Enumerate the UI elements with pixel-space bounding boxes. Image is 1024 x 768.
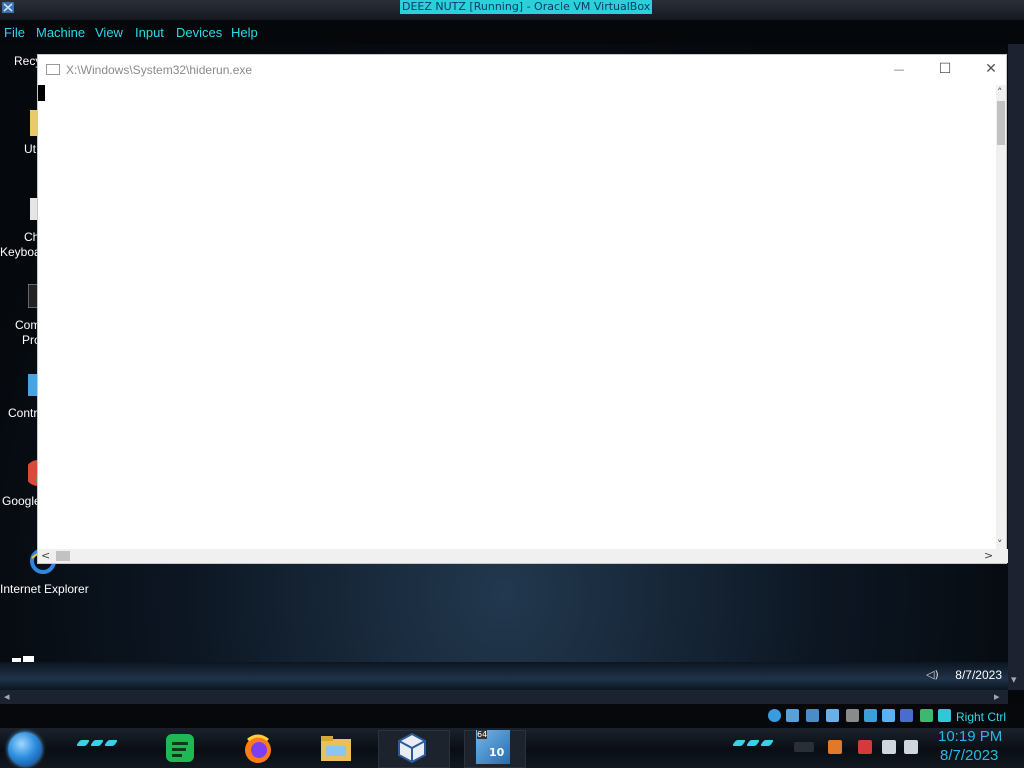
- virtualbox-app-icon[interactable]: [0, 0, 18, 16]
- action-center-flag-icon[interactable]: [858, 740, 872, 754]
- decor-dash: [731, 740, 747, 746]
- scroll-right-arrow-icon[interactable]: >: [984, 550, 993, 562]
- vm-status-bar: Right Ctrl: [0, 704, 1024, 728]
- decor-dash: [745, 740, 761, 746]
- console-text-cursor: [38, 85, 45, 101]
- file-explorer-icon[interactable]: [318, 730, 354, 766]
- java-update-icon[interactable]: [828, 740, 842, 754]
- desktop-icon-recycle-bin[interactable]: Recy: [0, 44, 41, 74]
- vm-scroll-left-arrow-icon[interactable]: ◂: [4, 691, 10, 703]
- desktop-icon-keyboard[interactable]: Ch Keyboa: [0, 194, 41, 264]
- optical-drive-icon[interactable]: [768, 709, 781, 722]
- vm-vertical-scrollbar[interactable]: ▾: [1008, 44, 1024, 690]
- recording-icon[interactable]: [864, 709, 877, 722]
- usb-icon[interactable]: [786, 709, 799, 722]
- screen-icon[interactable]: [882, 709, 895, 722]
- desktop-icon-command-prompt[interactable]: Com Pro: [0, 282, 41, 352]
- clock-time[interactable]: 10:19 PM: [938, 728, 1002, 745]
- minimize-icon: —: [893, 63, 905, 76]
- vm-horizontal-scrollbar[interactable]: ◂ ▸: [0, 690, 1008, 704]
- mouse-integration-icon[interactable]: [920, 709, 933, 722]
- clock-date[interactable]: 8/7/2023: [940, 747, 998, 764]
- menu-machine[interactable]: Machine: [36, 25, 85, 40]
- guest-screen[interactable]: Recy Ut Ch Keyboa Com Pro Contr Google I…: [0, 44, 1008, 690]
- spotify-like-app-icon[interactable]: [162, 730, 198, 766]
- show-hidden-icons-icon[interactable]: [794, 742, 814, 752]
- volume-tray-icon[interactable]: [904, 740, 918, 754]
- vm-window-thumbnail-icon[interactable]: 64 10: [476, 730, 510, 764]
- virtualization-icon[interactable]: [900, 709, 913, 722]
- desktop-icon-chrome[interactable]: Google: [0, 456, 41, 516]
- guest-clock-date: 8/7/2023: [955, 668, 1002, 682]
- badge-10: 10: [489, 746, 505, 759]
- console-horizontal-scrollbar[interactable]: < >: [38, 549, 1008, 563]
- desktop-icon-label: Internet Explorer: [0, 582, 89, 596]
- console-title: X:\Windows\System32\hiderun.exe: [66, 63, 253, 77]
- host-taskbar: 64 10 10:19 PM 8/7/2023: [0, 728, 1024, 768]
- scroll-left-arrow-icon[interactable]: <: [41, 550, 50, 562]
- maximize-icon: ☐: [938, 61, 952, 77]
- host-window-title: DEEZ NUTZ [Running] - Oracle VM VirtualB…: [400, 0, 653, 14]
- vm-scroll-down-arrow-icon[interactable]: ▾: [1011, 674, 1017, 686]
- console-app-icon: [46, 64, 60, 75]
- network-icon[interactable]: [806, 709, 819, 722]
- vm-scroll-right-arrow-icon[interactable]: ▸: [994, 691, 1000, 703]
- console-vertical-scrollbar[interactable]: ˄ ˅: [996, 85, 1006, 551]
- guest-taskbar: ◁) 8/7/2023: [0, 662, 1008, 690]
- menu-input[interactable]: Input: [135, 25, 164, 40]
- console-title-bar[interactable]: X:\Windows\System32\hiderun.exe — ☐ ✕: [38, 55, 1006, 85]
- menu-help[interactable]: Help: [231, 25, 258, 40]
- desktop-icon-control-panel[interactable]: Contr: [0, 370, 40, 430]
- shared-folder-icon[interactable]: [826, 709, 839, 722]
- maximize-button[interactable]: ☐: [922, 55, 968, 85]
- decor-dash: [103, 740, 119, 746]
- firefox-icon[interactable]: [240, 730, 276, 766]
- virtualbox-icon[interactable]: [394, 730, 430, 766]
- decor-dash: [759, 740, 775, 746]
- display-icon[interactable]: [846, 709, 859, 722]
- menu-devices[interactable]: Devices: [176, 25, 222, 40]
- network-tray-icon[interactable]: [882, 740, 896, 754]
- menu-file[interactable]: File: [4, 25, 25, 40]
- close-icon: ✕: [985, 61, 997, 77]
- host-menu-bar: File Machine View Input Devices Help: [0, 20, 1024, 44]
- desktop-icon-utilities[interactable]: Ut: [0, 106, 40, 156]
- desktop-icon-label-line2: Keyboa: [0, 245, 41, 259]
- desktop-icon-label: Google: [2, 494, 41, 508]
- scroll-up-arrow-icon[interactable]: ˄: [997, 87, 1003, 99]
- console-window[interactable]: X:\Windows\System32\hiderun.exe — ☐ ✕ ˄ …: [37, 54, 1008, 564]
- host-key-label: Right Ctrl: [956, 710, 1007, 724]
- close-button[interactable]: ✕: [968, 55, 1008, 85]
- menu-view[interactable]: View: [95, 25, 123, 40]
- guest-volume-icon[interactable]: ◁): [926, 668, 939, 681]
- decor-dash: [75, 740, 91, 746]
- decor-dash: [89, 740, 105, 746]
- start-button[interactable]: [8, 732, 42, 766]
- keyboard-capture-icon[interactable]: [938, 709, 951, 722]
- minimize-button[interactable]: —: [876, 55, 922, 85]
- desktop-icon-label: Contr: [8, 406, 38, 420]
- horizontal-scroll-thumb[interactable]: [56, 551, 70, 561]
- desktop-icon-label: Ut: [24, 142, 36, 156]
- badge-64: 64: [477, 730, 488, 739]
- host-title-bar: DEEZ NUTZ [Running] - Oracle VM VirtualB…: [0, 0, 1024, 21]
- vertical-scroll-thumb[interactable]: [997, 101, 1005, 145]
